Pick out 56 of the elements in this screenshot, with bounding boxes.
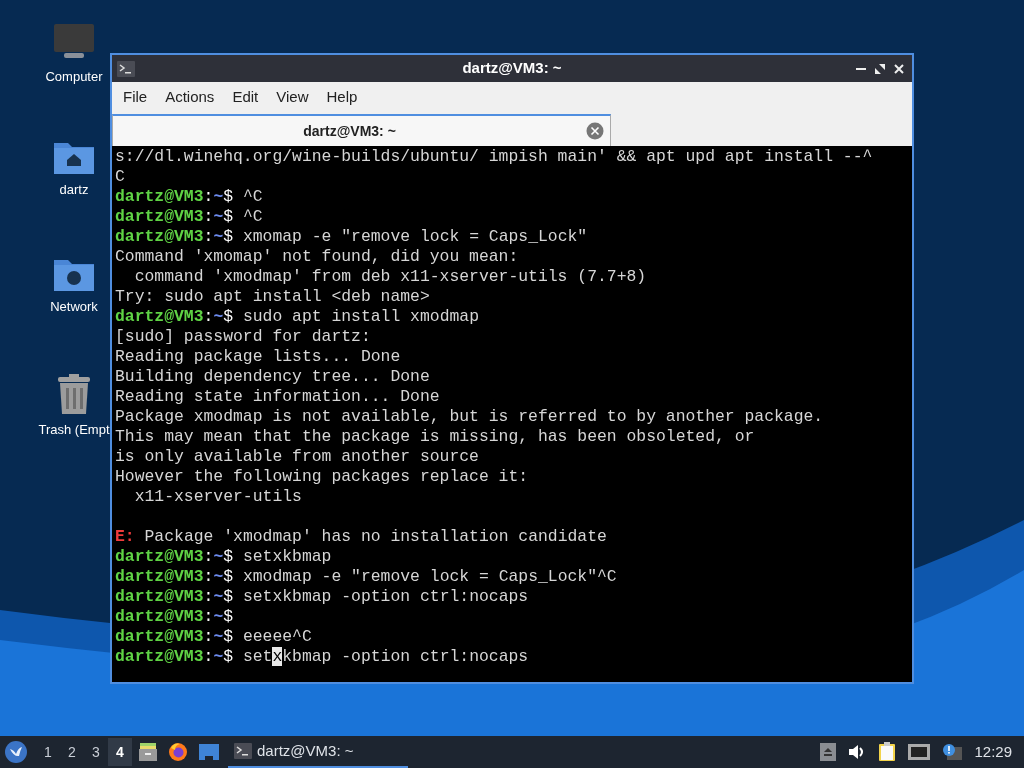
terminal-line: dartz@VM3:~$ eeeee^C (115, 627, 313, 647)
menu-item[interactable]: File (114, 86, 157, 109)
terminal-line: However the following packages replace it: (115, 467, 530, 487)
terminal-line: dartz@VM3:~$ ^C (115, 187, 264, 207)
desktop-icon-label[interactable]: dartz (59, 180, 89, 200)
desktop-icon[interactable] (198, 743, 220, 761)
terminal-line: Building dependency tree... Done (115, 367, 431, 387)
terminal-line: Command 'xmomap' not found, did you mean: (115, 247, 520, 267)
menu-item[interactable]: View (267, 86, 318, 109)
close-tab-icon[interactable] (586, 122, 604, 140)
menu-item[interactable]: Actions (156, 86, 224, 109)
terminal-line: C (115, 167, 126, 187)
taskbar-window-button[interactable]: dartz@VM3: ~ (228, 736, 408, 768)
maximize-icon[interactable] (875, 63, 885, 74)
terminal-tab[interactable]: dartz@VM3: ~ (112, 114, 611, 146)
terminal-line: dartz@VM3:~$ xmodmap -e "remove lock = Caps_Lock"^C (115, 567, 618, 587)
window-title: dartz@VM3: ~ (462, 58, 562, 79)
terminal-line: dartz@VM3:~$ xmomap -e "remove lock = Caps_Lock" (115, 227, 589, 247)
terminal-line: dartz@VM3:~$ (115, 607, 235, 627)
desktop-icon-label[interactable]: Trash (Empt (38, 420, 110, 440)
clipboard-icon[interactable] (878, 742, 897, 762)
workspace-switch[interactable]: 2 (60, 738, 84, 766)
terminal-line: dartz@VM3:~$ setxkbmap (115, 547, 333, 567)
terminal-line: This may mean that the package is missing, has been obsoleted, or (115, 427, 756, 447)
close-icon[interactable] (894, 63, 904, 74)
terminal-line: dartz@VM3:~$ setxkbmap -option ctrl:nocaps (115, 587, 530, 607)
alert-badge-icon[interactable] (942, 743, 963, 761)
clock: 12:29 (974, 741, 1012, 762)
terminal-icon (234, 743, 252, 759)
terminal-line: dartz@VM3:~$ setxkbmap -option ctrl:nocaps (115, 647, 530, 667)
terminal-line: is only available from another source (115, 447, 480, 467)
text-cursor: x (272, 647, 283, 666)
terminal-line: x11-xserver-utils (133, 487, 303, 507)
terminal-line: [sudo] password for dartz: (115, 327, 372, 347)
network-port-icon[interactable] (908, 744, 931, 760)
terminal-line: E: Package 'xmodmap' has no installation candidate (115, 527, 608, 547)
trash-icon (56, 373, 92, 415)
menu-item[interactable]: Edit (223, 86, 268, 109)
terminal-line: Reading state information... Done (115, 387, 441, 407)
desktop-icon-label[interactable]: Network (50, 297, 98, 317)
desktop-icon-label[interactable]: Computer (45, 67, 103, 87)
terminal-line: dartz@VM3:~$ sudo apt install xmodmap (115, 307, 480, 327)
file-drawer-icon[interactable] (138, 742, 158, 762)
terminal-line: Try: sudo apt install <deb name> (115, 287, 431, 307)
menu-item[interactable]: Help (317, 86, 367, 109)
fox-globe-icon[interactable] (168, 742, 188, 762)
workspace-switch[interactable]: 3 (84, 738, 108, 766)
workspace-switch[interactable]: 4 (108, 738, 132, 766)
terminal-icon (117, 60, 135, 77)
terminal-line: s://dl.winehq.org/wine-builds/ubuntu/ impish main' && apt upd apt install --^ (115, 147, 874, 167)
terminal-line: dartz@VM3:~$ ^C (115, 207, 264, 227)
eject-icon[interactable] (820, 743, 837, 761)
workspace-switch[interactable]: 1 (36, 738, 60, 766)
terminal-line: Package xmodmap is not available, but is referred to by another package. (115, 407, 825, 427)
terminal-line: Reading package lists... Done (115, 347, 402, 367)
terminal-line: command 'xmodmap' from deb x11-xserver-utils (7.7+8) (133, 267, 648, 287)
